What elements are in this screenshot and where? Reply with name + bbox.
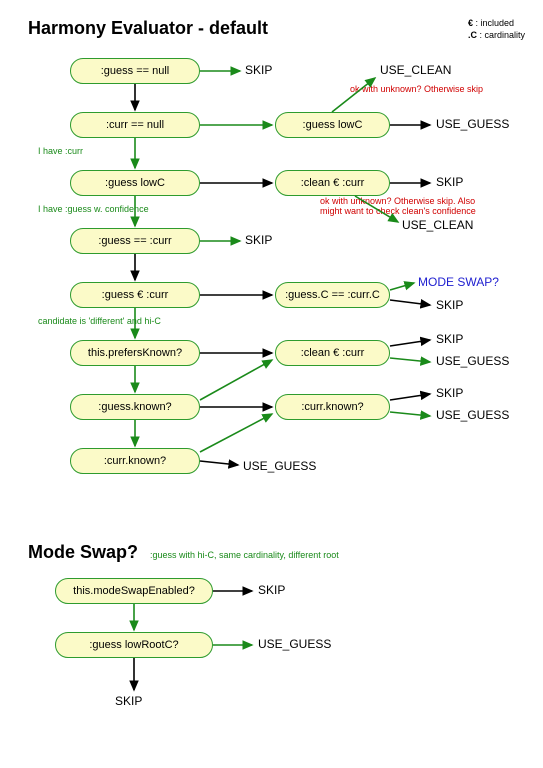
legend: € : included .C : cardinality (468, 18, 525, 41)
legend-sym-2: .C (468, 30, 477, 40)
node-clean-in-curr-2: :clean € :curr (275, 340, 390, 366)
outcome-ms-skip-1: SKIP (258, 583, 285, 597)
outcome-skip-5: SKIP (436, 332, 463, 346)
note-red-2a: ok with unknown? Otherwise skip. Also (320, 196, 475, 206)
node-guess-lowc: :guess lowC (70, 170, 200, 196)
outcome-ms-use-guess: USE_GUESS (258, 637, 331, 651)
mode-swap-subtitle: :guess with hi-C, same cardinality, diff… (150, 550, 339, 560)
outcome-ms-skip-2: SKIP (115, 694, 142, 708)
outcome-skip-3: SKIP (245, 233, 272, 247)
node-prefers-known: this.prefersKnown? (70, 340, 200, 366)
outcome-use-guess-3: USE_GUESS (436, 408, 509, 422)
node-clean-in-curr-1: :clean € :curr (275, 170, 390, 196)
node-mode-swap-enabled: this.modeSwapEnabled? (55, 578, 213, 604)
mode-swap-title: Mode Swap? (28, 542, 138, 563)
outcome-use-clean-2: USE_CLEAN (402, 218, 473, 232)
page-title: Harmony Evaluator - default (28, 18, 268, 39)
node-guess-known: :guess.known? (70, 394, 200, 420)
note-have-guess-conf: I have :guess w. confidence (38, 204, 149, 214)
outcome-mode-swap: MODE SWAP? (418, 275, 499, 289)
node-guess-lowc-right: :guess lowC (275, 112, 390, 138)
note-red-2b: might want to check clean's confidence (320, 206, 476, 216)
outcome-skip-2: SKIP (436, 175, 463, 189)
outcome-skip-1: SKIP (245, 63, 272, 77)
outcome-skip-4: SKIP (436, 298, 463, 312)
legend-text-2: : cardinality (477, 30, 525, 40)
note-red-1: ok with unknown? Otherwise skip (350, 84, 483, 94)
node-guess-null: :guess == null (70, 58, 200, 84)
note-candidate-diff: candidate is 'different' and hi-C (38, 316, 161, 326)
outcome-use-guess-2: USE_GUESS (436, 354, 509, 368)
legend-text-1: : included (473, 18, 514, 28)
outcome-use-guess-1: USE_GUESS (436, 117, 509, 131)
node-cardinality-eq: :guess.C == :curr.C (275, 282, 390, 308)
node-curr-null: :curr == null (70, 112, 200, 138)
outcome-use-clean-top: USE_CLEAN (380, 63, 451, 77)
outcome-skip-6: SKIP (436, 386, 463, 400)
node-guess-low-rootc: :guess lowRootC? (55, 632, 213, 658)
note-have-curr: I have :curr (38, 146, 83, 156)
node-guess-eq-curr: :guess == :curr (70, 228, 200, 254)
outcome-use-guess-4: USE_GUESS (243, 459, 316, 473)
node-curr-known: :curr.known? (70, 448, 200, 474)
node-curr-known-right: :curr.known? (275, 394, 390, 420)
node-guess-in-curr: :guess € :curr (70, 282, 200, 308)
